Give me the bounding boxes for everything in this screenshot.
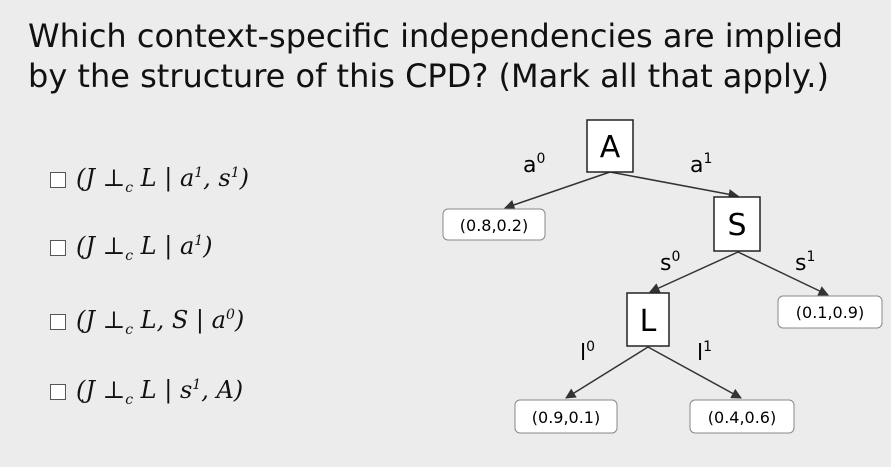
edge-label-s0: s0 (660, 249, 680, 276)
edge-label-l0: l0 (580, 339, 595, 366)
edge-label-l1: l1 (697, 339, 712, 366)
leaf-l0-value: (0.9,0.1) (532, 408, 600, 427)
edge-l0-line (565, 346, 649, 399)
edge-label-a0: a0 (523, 151, 545, 178)
leaf-a0-value: (0.8,0.2) (460, 216, 528, 235)
edge-a1-line (609, 171, 740, 200)
edge-a0-line (504, 171, 611, 210)
node-s-label: S (727, 208, 746, 243)
tree-cpd-diagram: A S L a0 a1 s0 s1 l0 l1 (0.8,0.2) (0.1,0… (442, 119, 883, 434)
edge-label-s1: s1 (795, 249, 815, 276)
node-a-label: A (600, 130, 621, 165)
edge-l1-line (647, 346, 742, 399)
leaf-l1-value: (0.4,0.6) (708, 408, 776, 427)
node-l-label: L (640, 304, 657, 339)
edge-label-a1: a1 (690, 151, 712, 178)
leaf-s1-value: (0.1,0.9) (796, 303, 864, 322)
